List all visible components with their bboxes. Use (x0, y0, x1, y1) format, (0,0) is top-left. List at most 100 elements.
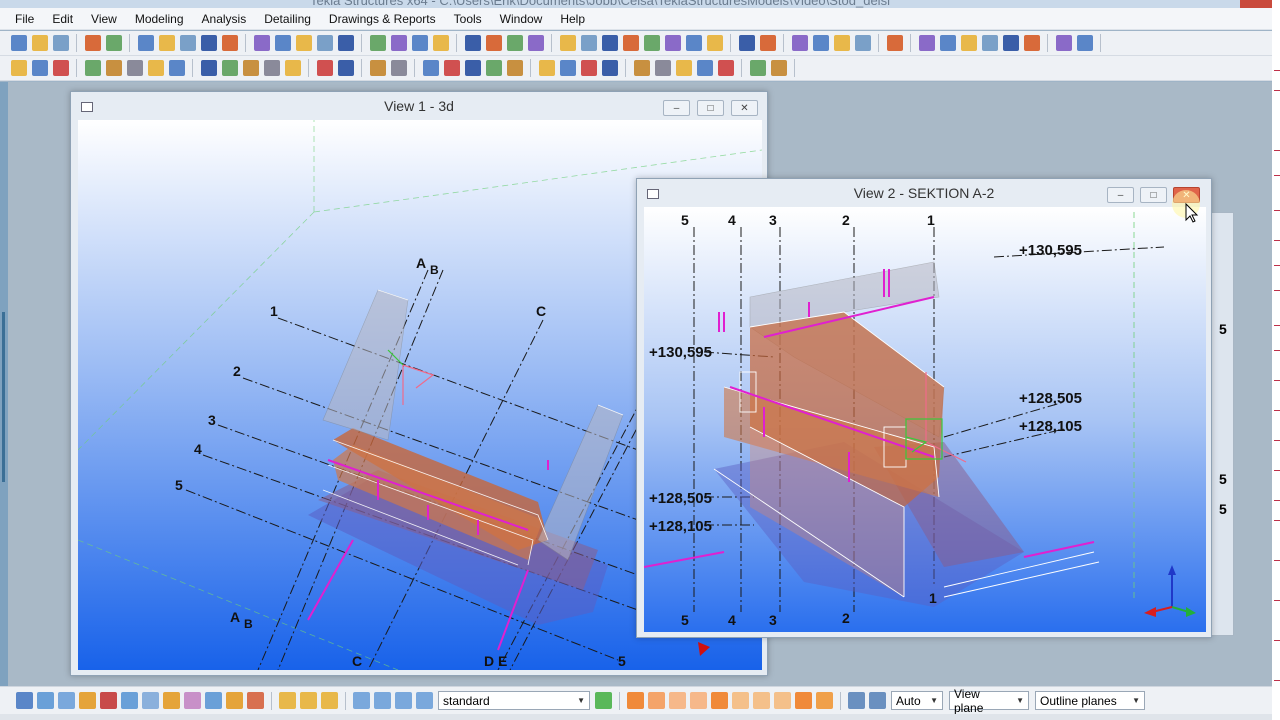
snap-free-icon[interactable] (816, 692, 833, 709)
menu-modeling[interactable]: Modeling (126, 12, 193, 26)
menu-edit[interactable]: Edit (43, 12, 82, 26)
mod-tool-10-icon[interactable] (221, 60, 238, 76)
snap-geometry-icon[interactable] (648, 692, 665, 709)
std-tool-29-icon[interactable] (664, 35, 681, 51)
std-tool-27-icon[interactable] (622, 35, 639, 51)
mod-tool-7-icon[interactable] (147, 60, 164, 76)
mod-tool-8-icon[interactable] (168, 60, 185, 76)
std-tool-2-icon[interactable] (31, 35, 48, 51)
std-tool-15-icon[interactable] (337, 35, 354, 51)
menu-view[interactable]: View (82, 12, 126, 26)
std-tool-10-icon[interactable] (221, 35, 238, 51)
filter-settings-icon[interactable] (595, 692, 612, 709)
select-cuts-icon[interactable] (100, 692, 117, 709)
std-tool-32-icon[interactable] (738, 35, 755, 51)
snap-reference-icon[interactable] (627, 692, 644, 709)
menu-drawings-reports[interactable]: Drawings & Reports (320, 12, 445, 26)
std-tool-36-icon[interactable] (833, 35, 850, 51)
select-objects-icon[interactable] (247, 692, 264, 709)
select-in-component-icon[interactable] (374, 692, 391, 709)
select-rebars-icon[interactable] (184, 692, 201, 709)
std-tool-42-icon[interactable] (981, 35, 998, 51)
work-area-select[interactable]: Auto ▼ (891, 691, 943, 710)
std-tool-8-icon[interactable] (179, 35, 196, 51)
mod-tool-6-icon[interactable] (126, 60, 143, 76)
std-tool-45-icon[interactable] (1055, 35, 1072, 51)
std-tool-6-icon[interactable] (137, 35, 154, 51)
snap-point-icon[interactable] (669, 692, 686, 709)
menu-file[interactable]: File (6, 12, 43, 26)
mod-tool-21-icon[interactable] (485, 60, 502, 76)
mod-tool-1-icon[interactable] (10, 60, 27, 76)
std-tool-18-icon[interactable] (411, 35, 428, 51)
view2-section-canvas[interactable]: 5 4 3 2 1 5 4 3 2 1 +130,595 +130,595 +1… (644, 207, 1206, 632)
select-welds-icon[interactable] (79, 692, 96, 709)
mod-tool-27-icon[interactable] (633, 60, 650, 76)
mod-tool-24-icon[interactable] (559, 60, 576, 76)
std-tool-5-icon[interactable] (105, 35, 122, 51)
view2-maximize-button[interactable]: □ (1140, 187, 1167, 203)
mod-tool-25-icon[interactable] (580, 60, 597, 76)
std-tool-26-icon[interactable] (601, 35, 618, 51)
mod-tool-3-icon[interactable] (52, 60, 69, 76)
mod-tool-5-icon[interactable] (105, 60, 122, 76)
std-tool-14-icon[interactable] (316, 35, 333, 51)
std-tool-30-icon[interactable] (685, 35, 702, 51)
select-objects-in-icon[interactable] (395, 692, 412, 709)
std-tool-19-icon[interactable] (432, 35, 449, 51)
snap-plane-select[interactable]: Outline planes ▼ (1035, 691, 1145, 710)
mod-tool-2-icon[interactable] (31, 60, 48, 76)
left-scroll-thumb[interactable] (2, 312, 5, 482)
view2-window[interactable]: View 2 - SEKTION A-2 ‒ □ ✕ (636, 178, 1212, 638)
view1-maximize-button[interactable]: □ (697, 100, 724, 116)
selection-filter-select[interactable]: standard ▼ (438, 691, 590, 710)
select-grids-icon[interactable] (142, 692, 159, 709)
std-tool-38-icon[interactable] (886, 35, 903, 51)
std-tool-11-icon[interactable] (253, 35, 270, 51)
std-tool-40-icon[interactable] (939, 35, 956, 51)
mod-tool-13-icon[interactable] (284, 60, 301, 76)
mod-tool-26-icon[interactable] (601, 60, 618, 76)
std-tool-41-icon[interactable] (960, 35, 977, 51)
mod-tool-33-icon[interactable] (770, 60, 787, 76)
std-tool-33-icon[interactable] (759, 35, 776, 51)
std-tool-37-icon[interactable] (854, 35, 871, 51)
std-tool-46-icon[interactable] (1076, 35, 1093, 51)
snap-end-icon[interactable] (690, 692, 707, 709)
mod-tool-16-icon[interactable] (369, 60, 386, 76)
mod-tool-30-icon[interactable] (696, 60, 713, 76)
select-components-icon[interactable] (205, 692, 222, 709)
mod-tool-18-icon[interactable] (422, 60, 439, 76)
std-tool-20-icon[interactable] (464, 35, 481, 51)
menu-analysis[interactable]: Analysis (193, 12, 256, 26)
mod-tool-15-icon[interactable] (337, 60, 354, 76)
view1-minimize-button[interactable]: ‒ (663, 100, 690, 116)
std-tool-24-icon[interactable] (559, 35, 576, 51)
std-tool-28-icon[interactable] (643, 35, 660, 51)
snap-override-icon[interactable] (848, 692, 865, 709)
mod-tool-23-icon[interactable] (538, 60, 555, 76)
std-tool-21-icon[interactable] (485, 35, 502, 51)
snap-midpoint-icon[interactable] (732, 692, 749, 709)
select-filter3-icon[interactable] (321, 692, 338, 709)
std-tool-17-icon[interactable] (390, 35, 407, 51)
snap-intersection-icon[interactable] (753, 692, 770, 709)
std-tool-4-icon[interactable] (84, 35, 101, 51)
menu-tools[interactable]: Tools (445, 12, 491, 26)
mod-tool-9-icon[interactable] (200, 60, 217, 76)
select-parts-icon[interactable] (37, 692, 54, 709)
select-assemblies-icon[interactable] (226, 692, 243, 709)
select-nested-icon[interactable] (416, 692, 433, 709)
snap-line-icon[interactable] (795, 692, 812, 709)
mod-tool-12-icon[interactable] (263, 60, 280, 76)
std-tool-25-icon[interactable] (580, 35, 597, 51)
mod-tool-4-icon[interactable] (84, 60, 101, 76)
snap-center-icon[interactable] (711, 692, 728, 709)
std-tool-3-icon[interactable] (52, 35, 69, 51)
mod-tool-31-icon[interactable] (717, 60, 734, 76)
std-tool-16-icon[interactable] (369, 35, 386, 51)
menu-help[interactable]: Help (551, 12, 594, 26)
select-filter2-icon[interactable] (300, 692, 317, 709)
menu-detailing[interactable]: Detailing (255, 12, 320, 26)
plane-select[interactable]: View plane ▼ (949, 687, 1029, 715)
